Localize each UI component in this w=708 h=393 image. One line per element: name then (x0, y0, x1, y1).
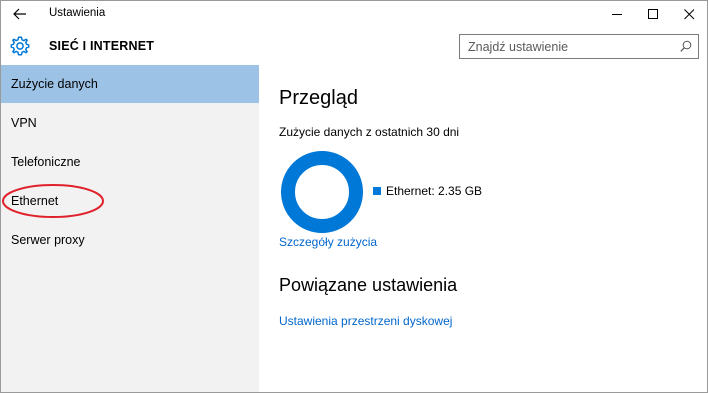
back-button[interactable] (7, 3, 33, 25)
sidebar-item-label: Telefoniczne (11, 155, 81, 169)
sidebar: Zużycie danych VPN Telefoniczne Ethernet… (1, 65, 259, 392)
sidebar-item-label: Zużycie danych (11, 77, 98, 91)
sidebar-item-dial-up[interactable]: Telefoniczne (1, 143, 259, 181)
overview-title: Przegląd (279, 87, 358, 109)
sidebar-item-data-usage[interactable]: Zużycie danych (1, 65, 259, 103)
usage-legend: Ethernet: 2.35 GB (373, 184, 482, 198)
main-content: Przegląd Zużycie danych z ostatnich 30 d… (259, 65, 707, 392)
usage-details-link[interactable]: Szczegóły zużycia (279, 235, 377, 249)
legend-label: Ethernet: 2.35 GB (386, 184, 483, 198)
storage-settings-link[interactable]: Ustawienia przestrzeni dyskowej (279, 314, 452, 328)
search-box[interactable] (459, 34, 699, 59)
close-button[interactable] (671, 1, 707, 27)
sidebar-item-label: Ethernet (11, 194, 59, 208)
legend-swatch (373, 187, 381, 195)
app-title: Ustawienia (49, 7, 106, 19)
arrow-left-icon (13, 8, 26, 20)
settings-window: Ustawienia SIEĆ I INTERNET Znajdź ustawi… (0, 0, 708, 393)
maximize-button[interactable] (635, 1, 671, 27)
usage-period-label: Zużycie danych z ostatnich 30 dni (279, 125, 460, 139)
sidebar-item-proxy[interactable]: Serwer proxy (1, 221, 259, 259)
search-input[interactable] (460, 35, 670, 58)
minimize-button[interactable] (599, 1, 635, 27)
maximize-icon (647, 8, 658, 19)
window-controls (599, 1, 707, 27)
sidebar-item-label: VPN (11, 116, 37, 130)
sidebar-item-ethernet[interactable]: Ethernet (1, 182, 259, 220)
sidebar-item-label: Serwer proxy (11, 233, 85, 247)
search-icon[interactable] (680, 40, 692, 52)
gear-icon (10, 36, 30, 56)
sidebar-item-vpn[interactable]: VPN (1, 104, 259, 142)
donut-ring-ethernet (281, 151, 363, 233)
title-bar: Ustawienia (1, 1, 707, 27)
data-usage-donut (281, 151, 363, 233)
section-title: SIEĆ I INTERNET (49, 39, 155, 53)
close-icon (683, 8, 694, 19)
related-settings-title: Powiązane ustawienia (279, 275, 458, 295)
minimize-icon (611, 13, 622, 15)
